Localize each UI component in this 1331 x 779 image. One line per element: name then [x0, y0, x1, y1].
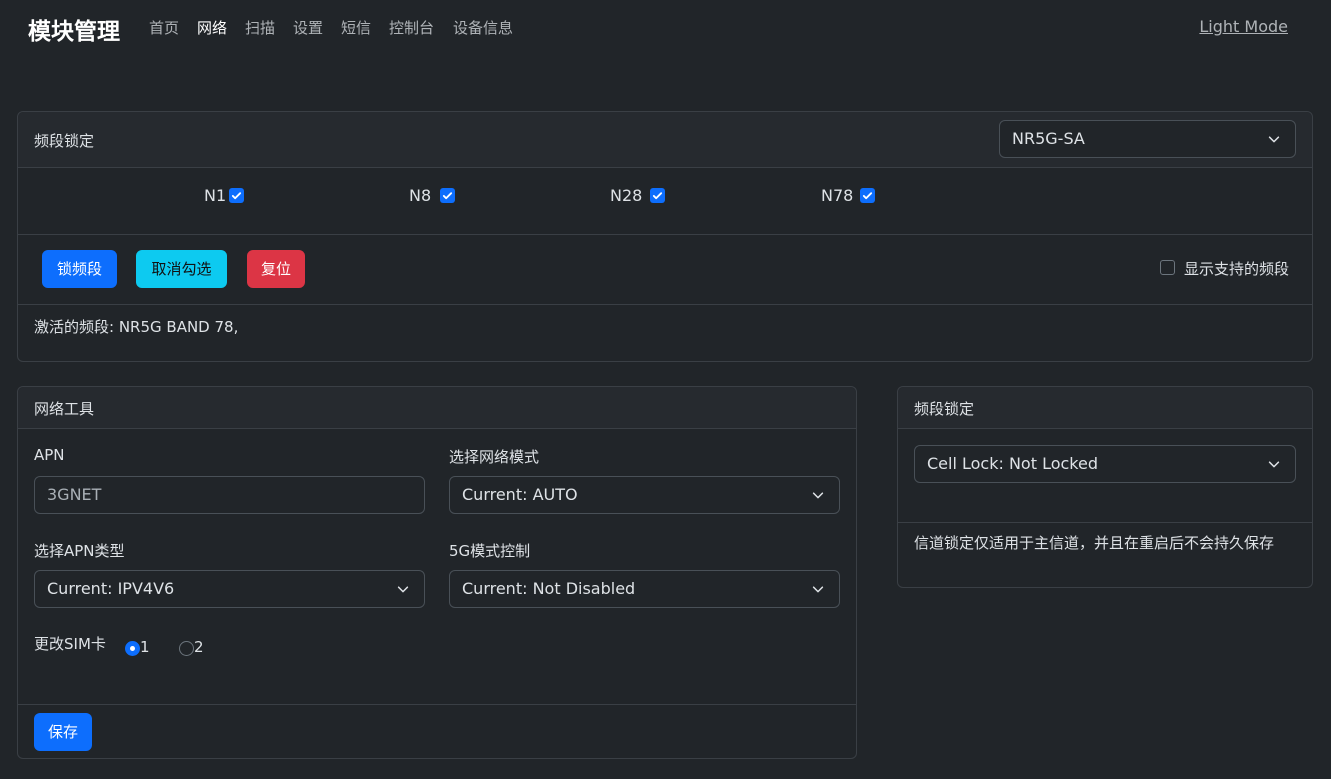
check-icon	[442, 192, 453, 200]
cell-lock-select-value: Cell Lock: Not Locked	[927, 454, 1098, 473]
nr5g-control-value: Current: Not Disabled	[462, 579, 636, 598]
navbar: 模块管理 首页 网络 扫描 设置 短信 控制台 设备信息 Light Mode	[0, 0, 1331, 56]
network-mode-value: Current: AUTO	[462, 485, 578, 504]
band-checkbox-n8[interactable]	[440, 188, 455, 203]
divider	[898, 522, 1312, 523]
chevron-down-icon	[812, 586, 824, 593]
sim-radio-1[interactable]	[125, 641, 140, 656]
band-mode-select[interactable]: NR5G-SA	[999, 120, 1296, 158]
show-supported-checkbox[interactable]	[1160, 260, 1175, 275]
network-tools-title: 网络工具	[34, 400, 95, 418]
uncheck-all-button[interactable]: 取消勾选	[136, 250, 227, 288]
chevron-down-icon	[812, 492, 824, 499]
cell-lock-card: 频段锁定 Cell Lock: Not Locked 信道锁定仅适用于主信道，并…	[897, 386, 1313, 588]
check-icon	[862, 192, 873, 200]
apn-input[interactable]: 3GNET	[34, 476, 425, 514]
cell-lock-header: 频段锁定	[898, 387, 1312, 429]
apn-type-label: 选择APN类型	[34, 542, 125, 560]
band-checkbox-n1[interactable]	[229, 188, 244, 203]
apn-type-value: Current: IPV4V6	[47, 579, 175, 598]
check-icon	[652, 192, 663, 200]
nav-item-home[interactable]: 首页	[149, 17, 179, 38]
network-mode-select[interactable]: Current: AUTO	[449, 476, 840, 514]
cell-lock-select[interactable]: Cell Lock: Not Locked	[914, 445, 1296, 483]
brand-title[interactable]: 模块管理	[28, 12, 120, 46]
nav-item-device-info[interactable]: 设备信息	[453, 17, 513, 38]
save-button[interactable]: 保存	[34, 713, 92, 751]
band-label-n1: N1	[204, 186, 227, 205]
band-label-n8: N8	[409, 186, 432, 205]
band-lock-card: 频段锁定 NR5G-SA N1 N8 N28 N78 锁频段 取消勾选 复位 显…	[17, 111, 1313, 362]
chevron-down-icon	[397, 586, 409, 593]
cell-lock-title: 频段锁定	[914, 400, 975, 418]
sim-option-2-label: 2	[194, 638, 204, 656]
divider	[18, 304, 1312, 305]
band-mode-select-value: NR5G-SA	[1012, 129, 1085, 148]
check-icon	[231, 192, 242, 200]
apn-label: APN	[34, 446, 65, 464]
nav-item-scan[interactable]: 扫描	[245, 17, 275, 38]
nr5g-control-select[interactable]: Current: Not Disabled	[449, 570, 840, 608]
network-tools-card: 网络工具 APN 3GNET 选择网络模式 Current: AUTO 选择AP…	[17, 386, 857, 759]
show-supported-label: 显示支持的频段	[1184, 260, 1290, 278]
band-lock-title: 频段锁定	[34, 132, 95, 150]
active-bands-text: 激活的频段: NR5G BAND 78,	[34, 318, 239, 336]
reset-button[interactable]: 复位	[247, 250, 305, 288]
sim-label: 更改SIM卡	[34, 635, 106, 653]
sim-radio-2[interactable]	[179, 641, 194, 656]
sim-option-1-label: 1	[140, 638, 150, 656]
network-mode-label: 选择网络模式	[449, 448, 540, 466]
band-checkbox-n78[interactable]	[860, 188, 875, 203]
band-checkbox-n28[interactable]	[650, 188, 665, 203]
lock-band-button[interactable]: 锁频段	[42, 250, 117, 288]
apn-input-value: 3GNET	[47, 485, 102, 504]
apn-type-select[interactable]: Current: IPV4V6	[34, 570, 425, 608]
nav-item-network[interactable]: 网络	[197, 17, 227, 38]
band-lock-header: 频段锁定 NR5G-SA	[18, 112, 1312, 168]
nav-item-console[interactable]: 控制台	[389, 17, 434, 38]
band-label-n28: N28	[610, 186, 643, 205]
divider	[18, 234, 1312, 235]
light-mode-toggle[interactable]: Light Mode	[1199, 17, 1288, 36]
network-tools-header: 网络工具	[18, 387, 856, 429]
nav-item-sms[interactable]: 短信	[341, 17, 371, 38]
chevron-down-icon	[1268, 461, 1280, 468]
cell-lock-note: 信道锁定仅适用于主信道，并且在重启后不会持久保存	[914, 534, 1275, 552]
chevron-down-icon	[1268, 136, 1280, 143]
band-label-n78: N78	[821, 186, 854, 205]
nr5g-control-label: 5G模式控制	[449, 542, 531, 560]
divider	[18, 704, 856, 705]
nav-item-settings[interactable]: 设置	[293, 17, 323, 38]
